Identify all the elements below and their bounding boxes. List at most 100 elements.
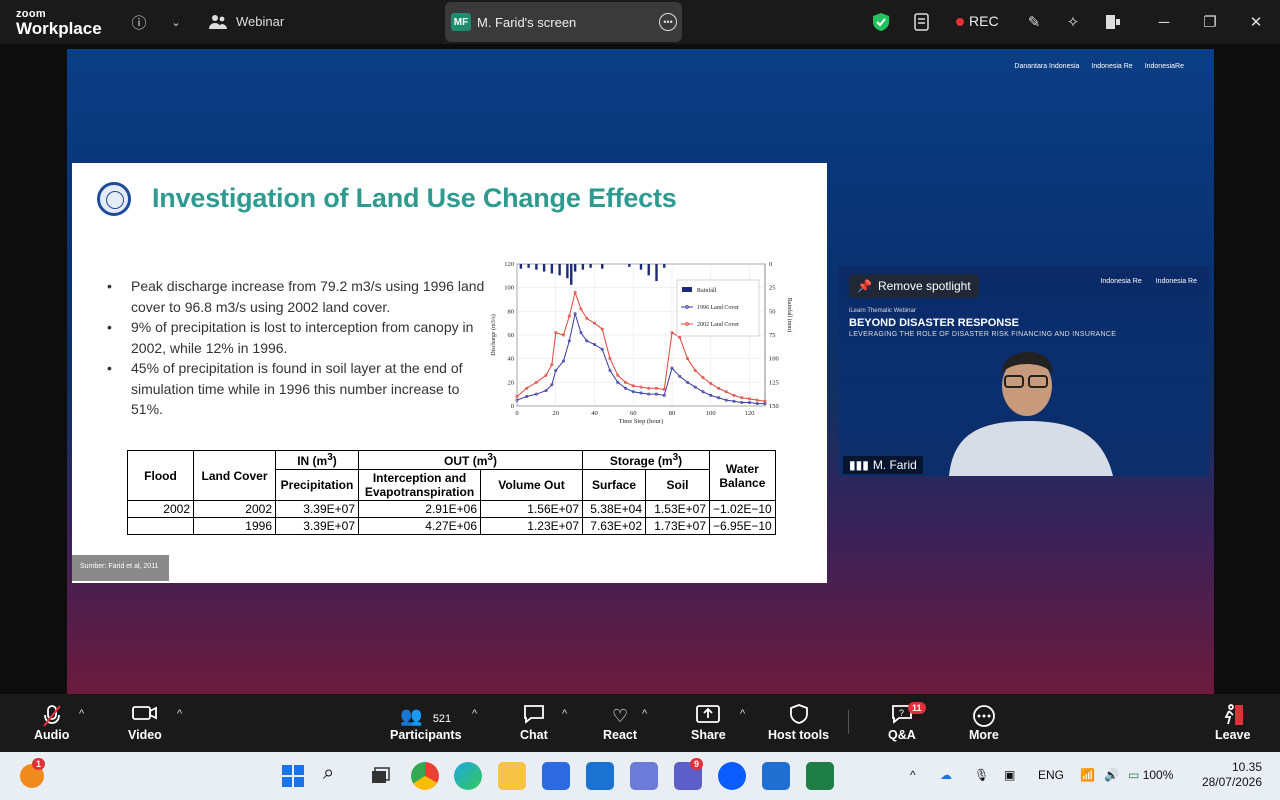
react-options-caret[interactable]: ^ (642, 708, 647, 720)
y2-tick-label: 125 (769, 379, 779, 386)
source-caption: Sumber: Farid et al, 2011 (72, 555, 169, 581)
audio-button[interactable]: Audio (34, 704, 69, 742)
start-button[interactable] (279, 762, 307, 790)
bullet-item: 9% of precipitation is lost to intercept… (107, 317, 487, 358)
react-button[interactable]: ♡ React (603, 704, 637, 742)
notes-icon[interactable] (912, 12, 932, 32)
audio-options-caret[interactable]: ^ (79, 708, 84, 720)
windows-taskbar: 1 ⌕ 9 ^ ☁ 🎙 ▣ ENG 📶 🔊 ▭ 100% 10.35 28/07… (0, 752, 1280, 800)
y2-tick-label: 50 (769, 308, 776, 315)
y-tick-label: 60 (508, 332, 515, 339)
restore-button[interactable]: ❐ (1200, 12, 1220, 32)
edge-icon[interactable] (454, 762, 482, 790)
leave-door-icon (1215, 704, 1250, 728)
minimize-button[interactable]: ─ (1154, 12, 1174, 32)
water-balance-table: Flood Land Cover IN (m3) OUT (m3) Storag… (127, 450, 776, 535)
col-volume-out: Volume Out (480, 469, 583, 501)
x-tick-label: 0 (515, 410, 518, 417)
rainfall-bar (628, 264, 631, 267)
y2-axis-label: Rainfall (mm) (786, 298, 793, 332)
host-tools-button[interactable]: Host tools (768, 704, 829, 742)
microphone-icon[interactable]: 🎙 (974, 768, 989, 782)
outlook-icon[interactable] (586, 762, 614, 790)
info-icon[interactable]: ⓘ (129, 12, 149, 32)
col-in: IN (m3) (275, 450, 359, 470)
annotate-pen-icon[interactable]: ✎ (1024, 12, 1044, 32)
x-tick-label: 20 (553, 410, 560, 417)
file-explorer-icon[interactable] (498, 762, 526, 790)
ai-companion-icon[interactable]: ✧ (1063, 12, 1083, 32)
table-row: 2002 2002 3.39E+07 2.91E+06 1.56E+07 5.38E+04… (127, 500, 776, 518)
clock[interactable]: 10.35 28/07/2026 (1200, 760, 1262, 790)
y-axis-label: Discharge (m3/s) (490, 314, 497, 355)
col-soil: Soil (645, 469, 710, 501)
col-out: OUT (m3) (358, 450, 583, 470)
y2-tick-label: 100 (769, 356, 779, 363)
chrome-icon[interactable] (411, 762, 439, 790)
y2-tick-label: 25 (769, 285, 776, 292)
table-row: 1996 3.39E+07 4.27E+06 1.23E+07 7.63E+02 1.73… (127, 517, 776, 535)
show-hidden-icons[interactable]: ^ (910, 768, 916, 782)
x-axis-label: Time Step (hour) (619, 418, 664, 425)
share-button[interactable]: Share (691, 704, 726, 742)
onedrive-icon[interactable]: ☁ (940, 768, 952, 782)
language-indicator[interactable]: ENG (1038, 768, 1064, 782)
chat-icon (520, 704, 548, 728)
video-button[interactable]: Video (128, 704, 162, 742)
screen-share-indicator[interactable]: MF M. Farid's screen ••• (445, 2, 682, 42)
snipping-tool-icon[interactable] (630, 762, 658, 790)
discharge-chart: 0 20 40 60 80 100 120 0 20 40 60 80 100 120 0 25 50 75 100… (490, 261, 793, 425)
screen-share-label: M. Farid's screen (477, 15, 577, 30)
shield-security-icon[interactable] (871, 12, 891, 32)
close-button[interactable]: ✕ (1246, 12, 1266, 32)
rainfall-bar (589, 264, 592, 268)
participants-button[interactable]: 👥 521 Participants (390, 704, 462, 742)
sponsor-logos: Danantara Indonesia Indonesia Re Indonesia… (1014, 63, 1184, 70)
view-layout-icon[interactable] (1103, 12, 1123, 32)
chat-options-caret[interactable]: ^ (562, 708, 567, 720)
rainfall-bar (601, 264, 604, 269)
presenter-avatar: MF (451, 13, 471, 31)
recording-indicator[interactable]: REC (956, 13, 999, 29)
col-storage: Storage (m3) (582, 450, 710, 470)
leave-button[interactable]: Leave (1215, 704, 1250, 742)
excel-icon[interactable] (806, 762, 834, 790)
rainfall-bar (535, 264, 538, 270)
video-options-caret[interactable]: ^ (177, 708, 182, 720)
meeting-type-label: Webinar (236, 14, 285, 29)
speaker-video-tile[interactable]: 📌 Remove spotlight Indonesia Re Indonesia … (839, 266, 1209, 476)
col-flood: Flood (127, 450, 194, 501)
more-options-icon[interactable]: ••• (659, 13, 677, 31)
y-tick-label: 120 (504, 261, 514, 268)
presentation-slide: Investigation of Land Use Change Effects… (72, 163, 827, 583)
volume-icon[interactable]: 🔊 (1104, 768, 1119, 782)
share-options-caret[interactable]: ^ (740, 708, 745, 720)
host-shield-icon (768, 704, 829, 728)
x-tick-label: 100 (706, 410, 716, 417)
university-seal-logo (97, 182, 131, 216)
participants-icon: 👥 521 (400, 706, 452, 726)
participants-options-caret[interactable]: ^ (472, 708, 477, 720)
rainfall-bar (655, 264, 658, 282)
battery-indicator[interactable]: ▭ 100% (1128, 768, 1173, 782)
camera-icon (128, 704, 162, 728)
x-tick-label: 80 (669, 410, 676, 417)
chat-button[interactable]: Chat (520, 704, 548, 742)
chevron-down-icon[interactable]: ⌄ (166, 12, 186, 32)
store-icon[interactable] (542, 762, 570, 790)
more-button[interactable]: More (969, 704, 999, 742)
remove-spotlight-button[interactable]: 📌 Remove spotlight (849, 274, 979, 298)
y-tick-label: 80 (508, 308, 515, 315)
outlook-new-icon[interactable] (762, 762, 790, 790)
webinar-title: BEYOND DISASTER RESPONSE (849, 317, 1019, 329)
zoom-app-icon[interactable] (718, 762, 746, 790)
task-view-icon[interactable] (366, 762, 394, 790)
wifi-icon[interactable]: 📶 (1080, 768, 1095, 782)
search-icon[interactable]: ⌕ (323, 762, 351, 790)
svg-text:?: ? (899, 708, 904, 718)
display-icon[interactable]: ▣ (1004, 768, 1015, 782)
meeting-controls: Audio ^ Video ^ 👥 521 Participants ^ Chat… (0, 694, 1280, 752)
y2-tick-label: 150 (769, 403, 779, 410)
webinar-series-label: iLearn Thematic Webinar (849, 308, 916, 314)
participant-name-label: ▮▮▮ M. Farid (843, 456, 923, 474)
